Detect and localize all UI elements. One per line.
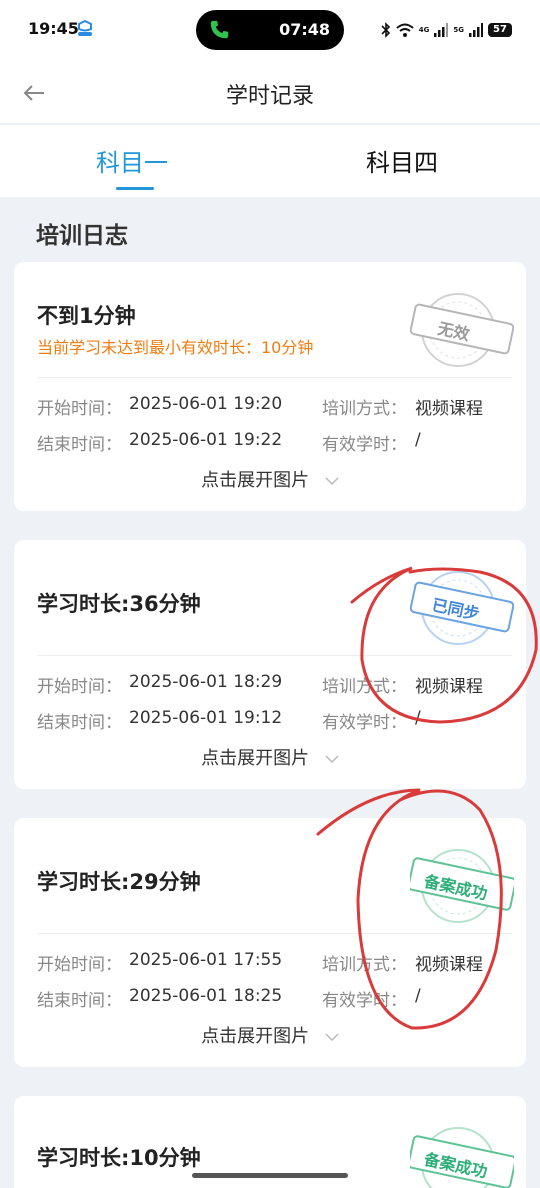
tab-subject-four[interactable]: 科目四 xyxy=(366,143,438,178)
record-title: 学习时长:10分钟 xyxy=(37,1146,201,1170)
record-title: 学习时长:29分钟 xyxy=(37,870,201,894)
wifi-icon xyxy=(396,23,414,37)
start-time-value: 2025-06-01 19:20 xyxy=(129,394,283,414)
training-mode-value: 视频课程 xyxy=(415,677,483,697)
tab-subject-one[interactable]: 科目一 xyxy=(96,143,168,178)
chevron-down-icon xyxy=(325,755,339,764)
stamp-filed: 备案成功 xyxy=(407,846,517,950)
record-title: 学习时长:36分钟 xyxy=(37,592,201,616)
expand-images-button[interactable]: 点击展开图片 xyxy=(14,1022,526,1048)
expand-images-button[interactable]: 点击展开图片 xyxy=(14,744,526,770)
bluetooth-icon xyxy=(381,22,390,38)
app-notification-icon xyxy=(78,20,92,36)
valid-hours-label: 有效学时： xyxy=(322,713,407,733)
expand-images-button[interactable]: 点击展开图片 xyxy=(14,466,526,492)
training-mode-value: 视频课程 xyxy=(415,955,483,975)
end-time-label: 结束时间： xyxy=(37,991,122,1011)
expand-label: 点击展开图片 xyxy=(201,1026,310,1047)
valid-hours-label: 有效学时： xyxy=(322,991,407,1011)
divider xyxy=(37,933,512,934)
expand-label: 点击展开图片 xyxy=(201,748,310,769)
record-card: 学习时长:29分钟 备案成功 开始时间： 2025-06-01 17:55 培训… xyxy=(14,818,526,1067)
end-time-value: 2025-06-01 18:25 xyxy=(129,986,283,1006)
call-pill[interactable]: 07:48 xyxy=(196,10,344,50)
expand-label: 点击展开图片 xyxy=(201,470,310,491)
divider xyxy=(37,377,512,378)
tab-bar: 科目一 科目四 xyxy=(0,125,540,197)
signal-icon xyxy=(434,23,449,37)
call-timer: 07:48 xyxy=(279,20,330,39)
phone-icon xyxy=(210,20,229,39)
start-time-label: 开始时间： xyxy=(37,955,122,975)
stamp-filed: 备案成功 xyxy=(407,1124,517,1188)
status-bar: 19:45 07:48 4G 5G 57 xyxy=(0,0,540,62)
end-time-label: 结束时间： xyxy=(37,435,122,455)
chevron-down-icon xyxy=(325,1033,339,1042)
training-mode-label: 培训方式： xyxy=(322,677,407,697)
status-icons: 4G 5G 57 xyxy=(381,19,512,41)
valid-hours-value: / xyxy=(415,430,421,450)
tab-indicator xyxy=(116,187,154,190)
record-card: 不到1分钟 当前学习未达到最小有效时长：10分钟 无效 开始时间： 2025-0… xyxy=(14,262,526,511)
end-time-label: 结束时间： xyxy=(37,713,122,733)
valid-hours-value: / xyxy=(415,986,421,1006)
training-mode-label: 培训方式： xyxy=(322,399,407,419)
page-title: 学时记录 xyxy=(225,84,314,109)
network-tag-1: 4G xyxy=(418,26,430,34)
end-time-value: 2025-06-01 19:12 xyxy=(129,708,283,728)
end-time-value: 2025-06-01 19:22 xyxy=(129,430,283,450)
record-card: 学习时长:36分钟 已同步 开始时间： 2025-06-01 18:29 培训方… xyxy=(14,540,526,789)
record-title: 不到1分钟 xyxy=(37,304,136,328)
signal-icon-2 xyxy=(469,23,483,37)
battery-icon: 57 xyxy=(488,23,512,37)
start-time-label: 开始时间： xyxy=(37,399,122,419)
section-title: 培训日志 xyxy=(36,223,128,249)
valid-hours-value: / xyxy=(415,708,421,728)
start-time-value: 2025-06-01 18:29 xyxy=(129,672,283,692)
training-mode-label: 培训方式： xyxy=(322,955,407,975)
record-warning: 当前学习未达到最小有效时长：10分钟 xyxy=(37,338,314,357)
chevron-down-icon xyxy=(325,477,339,486)
training-mode-value: 视频课程 xyxy=(415,399,483,419)
status-time: 19:45 xyxy=(28,19,79,38)
start-time-label: 开始时间： xyxy=(37,677,122,697)
stamp-invalid: 无效 xyxy=(409,290,515,394)
divider xyxy=(37,655,512,656)
network-tag-2: 5G xyxy=(453,26,464,34)
home-indicator[interactable] xyxy=(192,1173,348,1178)
start-time-value: 2025-06-01 17:55 xyxy=(129,950,283,970)
valid-hours-label: 有效学时： xyxy=(322,435,407,455)
nav-bar: 学时记录 xyxy=(0,62,540,124)
